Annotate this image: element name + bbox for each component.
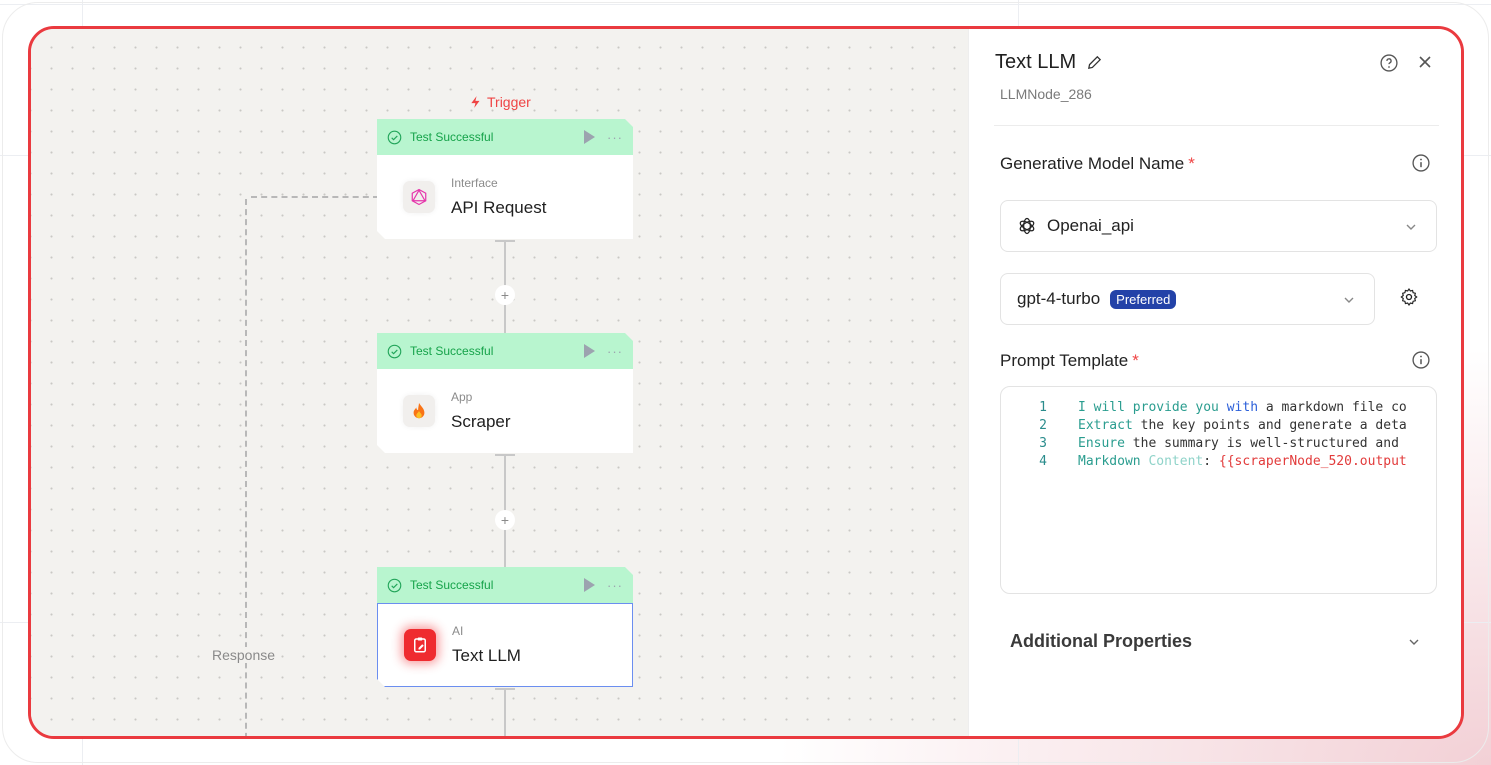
label-text: Prompt Template bbox=[1000, 351, 1129, 370]
trigger-text: Trigger bbox=[487, 94, 531, 110]
prompt-template-editor[interactable]: 1 I will provide you with a markdown file… bbox=[1000, 386, 1437, 594]
help-icon[interactable] bbox=[1379, 53, 1399, 73]
node-status-bar: Test Successful ··· bbox=[377, 119, 633, 155]
pencil-icon[interactable] bbox=[1086, 54, 1103, 71]
node-status-bar: Test Successful ··· bbox=[377, 567, 633, 603]
node-body[interactable]: App Scraper bbox=[377, 369, 633, 453]
check-circle-icon bbox=[387, 344, 402, 359]
code-token: the summary is well-structured and bbox=[1124, 436, 1399, 451]
code-text: Extract the key points and generate a de… bbox=[1078, 417, 1407, 435]
node-body[interactable]: Interface API Request bbox=[377, 155, 633, 239]
node-name: Text LLM bbox=[452, 646, 521, 665]
code-token: the key points and generate a deta bbox=[1132, 418, 1407, 433]
workflow-canvas[interactable]: Response Trigger Test Successful ··· Int… bbox=[31, 29, 968, 736]
divider bbox=[994, 125, 1439, 126]
chevron-down-icon bbox=[1406, 224, 1416, 230]
node-text-llm[interactable]: Test Successful ··· AI Text LLM bbox=[377, 567, 633, 687]
add-node-button[interactable]: + bbox=[495, 285, 515, 305]
add-node-button[interactable]: + bbox=[495, 510, 515, 530]
code-line[interactable]: 4 Markdown Content: {{scraperNode_520.out… bbox=[1001, 453, 1436, 471]
response-label: Response bbox=[211, 647, 277, 663]
node-status-text: Test Successful bbox=[410, 578, 494, 592]
additional-properties-toggle[interactable]: Additional Properties bbox=[1010, 631, 1192, 652]
graphql-icon bbox=[403, 181, 435, 213]
model-select[interactable]: gpt-4-turbo Preferred bbox=[1000, 273, 1375, 325]
preferred-badge: Preferred bbox=[1110, 289, 1177, 309]
close-icon[interactable] bbox=[1417, 54, 1433, 70]
node-category: App bbox=[451, 390, 473, 404]
prompt-template-label: Prompt Template * bbox=[1000, 351, 1139, 371]
lightning-icon bbox=[471, 96, 480, 108]
line-number: 1 bbox=[1039, 400, 1047, 415]
code-token: {{scraperNode_520.output bbox=[1218, 454, 1407, 469]
clipboard-edit-icon bbox=[404, 629, 436, 661]
provider-select[interactable]: Openai_api bbox=[1000, 200, 1437, 252]
more-options-icon[interactable]: ··· bbox=[607, 344, 623, 359]
model-name-label: Generative Model Name * bbox=[1000, 154, 1195, 174]
chevron-down-icon[interactable] bbox=[1407, 635, 1421, 649]
response-connector-line bbox=[251, 196, 379, 198]
node-status-text: Test Successful bbox=[410, 130, 494, 144]
node-status-text: Test Successful bbox=[410, 344, 494, 358]
gear-icon[interactable] bbox=[1399, 287, 1419, 307]
code-line[interactable]: 1 I will provide you with a markdown file… bbox=[1001, 399, 1436, 417]
more-options-icon[interactable]: ··· bbox=[607, 130, 623, 145]
code-token: I will provide you bbox=[1078, 400, 1227, 415]
code-token: Extract bbox=[1078, 418, 1133, 433]
line-number: 2 bbox=[1039, 418, 1047, 433]
connector-line bbox=[504, 688, 506, 736]
more-options-icon[interactable]: ··· bbox=[607, 578, 623, 593]
node-name: API Request bbox=[451, 198, 547, 217]
code-token: with bbox=[1226, 400, 1259, 415]
label-text: Generative Model Name bbox=[1000, 154, 1185, 173]
code-token: a markdown file co bbox=[1258, 400, 1407, 415]
workflow-editor: Response Trigger Test Successful ··· Int… bbox=[28, 26, 1464, 739]
panel-title: Text LLM bbox=[995, 51, 1103, 74]
code-text: Ensure the summary is well-structured an… bbox=[1078, 435, 1399, 453]
node-scraper[interactable]: Test Successful ··· App Scraper bbox=[377, 333, 633, 453]
code-token: Markdown bbox=[1078, 454, 1149, 469]
model-value: gpt-4-turbo bbox=[1017, 289, 1101, 308]
node-name: Scraper bbox=[451, 412, 511, 431]
check-circle-icon bbox=[387, 578, 402, 593]
code-line[interactable]: 3 Ensure the summary is well-structured a… bbox=[1001, 435, 1436, 453]
code-text: I will provide you with a markdown file … bbox=[1078, 399, 1407, 417]
node-api-request[interactable]: Test Successful ··· Interface API Reques… bbox=[377, 119, 633, 239]
code-token: : bbox=[1203, 454, 1219, 469]
run-node-icon[interactable] bbox=[584, 344, 595, 358]
run-node-icon[interactable] bbox=[584, 578, 595, 592]
panel-title-text: Text LLM bbox=[995, 51, 1077, 73]
code-token: Ensure bbox=[1078, 436, 1125, 451]
line-number: 4 bbox=[1039, 454, 1047, 469]
trigger-label: Trigger bbox=[469, 94, 531, 110]
code-line[interactable]: 2 Extract the key points and generate a d… bbox=[1001, 417, 1436, 435]
chevron-down-icon bbox=[1344, 297, 1354, 303]
required-mark: * bbox=[1188, 154, 1195, 173]
provider-value: Openai_api bbox=[1047, 216, 1134, 235]
info-icon[interactable] bbox=[1411, 350, 1431, 370]
run-node-icon[interactable] bbox=[584, 130, 595, 144]
node-category: Interface bbox=[451, 176, 498, 190]
node-id: LLMNode_286 bbox=[1000, 86, 1092, 102]
info-icon[interactable] bbox=[1411, 153, 1431, 173]
node-body[interactable]: AI Text LLM bbox=[377, 603, 633, 687]
openai-icon bbox=[1019, 217, 1035, 235]
node-status-bar: Test Successful ··· bbox=[377, 333, 633, 369]
required-mark: * bbox=[1132, 351, 1139, 370]
check-circle-icon bbox=[387, 130, 402, 145]
node-properties-panel: Text LLM LLMNode_286 Generative Model Na… bbox=[968, 29, 1461, 736]
node-category: AI bbox=[452, 624, 464, 638]
line-number: 3 bbox=[1039, 436, 1047, 451]
code-token: Content bbox=[1148, 454, 1204, 469]
fire-icon bbox=[403, 395, 435, 427]
code-text: Markdown Content: {{scraperNode_520.outp… bbox=[1078, 453, 1407, 471]
